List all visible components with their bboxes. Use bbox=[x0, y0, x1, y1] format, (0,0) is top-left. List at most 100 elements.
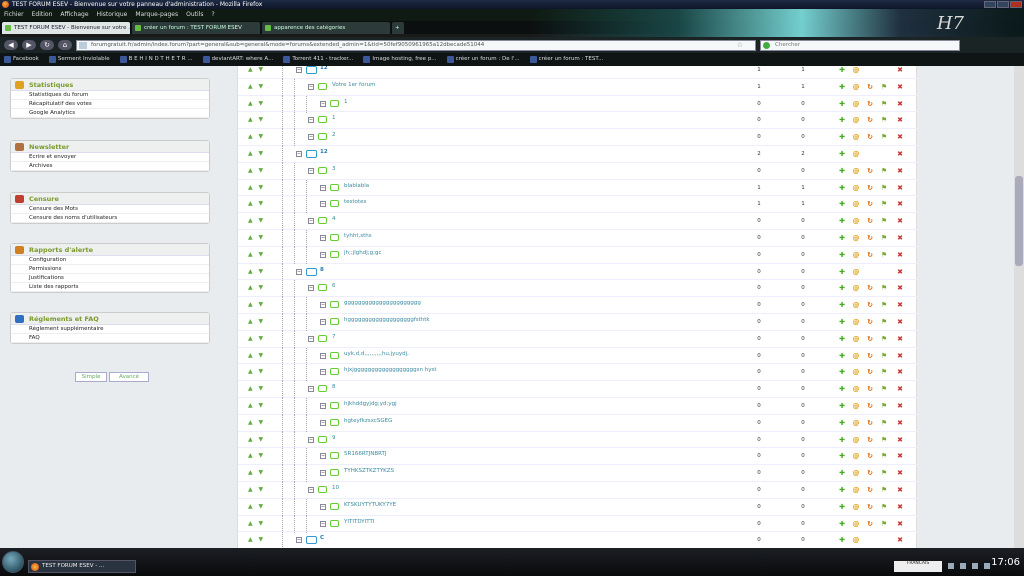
add-subforum-icon[interactable]: ✚ bbox=[838, 335, 846, 343]
forum-name-link[interactable]: TYHKSZTKZTYKZS bbox=[344, 468, 394, 474]
resync-icon[interactable]: ↻ bbox=[866, 167, 874, 175]
collapse-toggle[interactable]: − bbox=[308, 386, 314, 393]
move-up-down-icon[interactable]: ▲ ▼ bbox=[248, 100, 265, 107]
bookmark-item[interactable]: Serment Inviolable bbox=[48, 53, 110, 66]
move-up-down-icon[interactable]: ▲ ▼ bbox=[248, 368, 265, 375]
collapse-toggle[interactable]: − bbox=[320, 470, 326, 477]
resync-icon[interactable]: ↻ bbox=[866, 368, 874, 376]
permissions-icon[interactable]: ⚑ bbox=[880, 200, 888, 208]
add-subforum-icon[interactable]: ✚ bbox=[838, 436, 846, 444]
resync-icon[interactable]: ↻ bbox=[866, 284, 874, 292]
forum-name-link[interactable]: blablabla bbox=[344, 183, 369, 189]
resync-icon[interactable]: ↻ bbox=[866, 335, 874, 343]
forum-name-link[interactable]: 4 bbox=[332, 216, 336, 222]
resync-icon[interactable]: ↻ bbox=[866, 318, 874, 326]
edit-forum-icon[interactable]: @ bbox=[852, 335, 860, 343]
add-subforum-icon[interactable]: ✚ bbox=[838, 301, 846, 309]
permissions-icon[interactable]: ⚑ bbox=[880, 452, 888, 460]
move-up-down-icon[interactable]: ▲ ▼ bbox=[248, 184, 265, 191]
collapse-toggle[interactable]: − bbox=[296, 151, 302, 157]
add-subforum-icon[interactable]: ✚ bbox=[838, 419, 846, 427]
add-subforum-icon[interactable]: ✚ bbox=[838, 116, 846, 124]
collapse-toggle[interactable]: − bbox=[320, 419, 326, 426]
forum-name-link[interactable]: 5R166RTJNBRTJ bbox=[344, 451, 387, 457]
scrollbar-thumb[interactable] bbox=[1015, 176, 1023, 266]
minimize-button[interactable] bbox=[984, 1, 996, 8]
delete-icon[interactable]: ✖ bbox=[896, 234, 904, 242]
move-up-down-icon[interactable]: ▲ ▼ bbox=[248, 318, 265, 325]
forum-name-link[interactable]: testotes bbox=[344, 199, 366, 205]
move-up-down-icon[interactable]: ▲ ▼ bbox=[248, 251, 265, 258]
edit-forum-icon[interactable]: @ bbox=[852, 352, 860, 360]
resync-icon[interactable]: ↻ bbox=[866, 469, 874, 477]
collapse-toggle[interactable]: − bbox=[308, 167, 314, 174]
clock[interactable]: 17:06 bbox=[991, 557, 1020, 568]
move-up-down-icon[interactable]: ▲ ▼ bbox=[248, 536, 265, 543]
permissions-icon[interactable]: ⚑ bbox=[880, 419, 888, 427]
edit-forum-icon[interactable]: @ bbox=[852, 452, 860, 460]
delete-icon[interactable]: ✖ bbox=[896, 167, 904, 175]
edit-forum-icon[interactable]: @ bbox=[852, 83, 860, 91]
permissions-icon[interactable]: ⚑ bbox=[880, 301, 888, 309]
permissions-icon[interactable]: ⚑ bbox=[880, 503, 888, 511]
add-subforum-icon[interactable]: ✚ bbox=[838, 133, 846, 141]
collapse-toggle[interactable]: − bbox=[320, 453, 326, 460]
sidebar-link-configuration[interactable]: Configuration bbox=[11, 256, 209, 265]
bookmark-item[interactable]: deviantART: where A... bbox=[202, 53, 273, 66]
sidebar-link-faq[interactable]: FAQ bbox=[11, 334, 209, 343]
permissions-icon[interactable]: ⚑ bbox=[880, 318, 888, 326]
add-subforum-icon[interactable]: ✚ bbox=[838, 452, 846, 460]
forum-name-link[interactable]: 3 bbox=[332, 166, 336, 172]
collapse-toggle[interactable]: − bbox=[320, 184, 326, 191]
forum-name-link[interactable]: Votre 1er forum bbox=[332, 82, 375, 88]
resync-icon[interactable]: ↻ bbox=[866, 503, 874, 511]
collapse-toggle[interactable]: − bbox=[296, 537, 302, 544]
edit-forum-icon[interactable]: @ bbox=[852, 520, 860, 528]
forum-name-link[interactable]: hjkhddgyjdg;yd;ygj bbox=[344, 401, 397, 407]
add-subforum-icon[interactable]: ✚ bbox=[838, 385, 846, 393]
move-up-down-icon[interactable]: ▲ ▼ bbox=[248, 167, 265, 174]
menu-item-outils[interactable]: Outils bbox=[186, 9, 203, 21]
delete-icon[interactable]: ✖ bbox=[896, 217, 904, 225]
maximize-button[interactable] bbox=[997, 1, 1009, 8]
resync-icon[interactable]: ↻ bbox=[866, 133, 874, 141]
bookmark-item[interactable]: créer un forum : De l'... bbox=[446, 53, 520, 66]
collapse-toggle[interactable]: − bbox=[308, 436, 314, 443]
collapse-toggle[interactable]: − bbox=[320, 235, 326, 241]
edit-forum-icon[interactable]: @ bbox=[852, 133, 860, 141]
add-subforum-icon[interactable]: ✚ bbox=[838, 66, 846, 74]
forum-name-link[interactable]: 12 bbox=[320, 149, 328, 155]
collapse-toggle[interactable]: − bbox=[308, 83, 314, 90]
forum-name-link[interactable]: 1 bbox=[344, 99, 348, 105]
add-subforum-icon[interactable]: ✚ bbox=[838, 284, 846, 292]
menu-item-marque-pages[interactable]: Marque-pages bbox=[135, 9, 178, 21]
forum-name-link[interactable]: jh;;jlghdj;g;gc bbox=[344, 250, 382, 256]
permissions-icon[interactable]: ⚑ bbox=[880, 83, 888, 91]
edit-forum-icon[interactable]: @ bbox=[852, 100, 860, 108]
add-subforum-icon[interactable]: ✚ bbox=[838, 217, 846, 225]
resync-icon[interactable]: ↻ bbox=[866, 452, 874, 460]
url-bar[interactable]: forumgratuit.fr/admin/index.forum?part=g… bbox=[76, 39, 756, 51]
forum-name-link[interactable]: YITITDYITTI bbox=[344, 519, 374, 525]
back-button[interactable]: ◀ bbox=[4, 40, 18, 50]
bookmark-item[interactable]: Image hosting, free p... bbox=[363, 53, 437, 66]
move-up-down-icon[interactable]: ▲ ▼ bbox=[248, 503, 265, 510]
forum-name-link[interactable]: 2 bbox=[332, 132, 336, 138]
add-subforum-icon[interactable]: ✚ bbox=[838, 503, 846, 511]
edit-forum-icon[interactable]: @ bbox=[852, 200, 860, 208]
add-subforum-icon[interactable]: ✚ bbox=[838, 184, 846, 192]
resync-icon[interactable]: ↻ bbox=[866, 352, 874, 360]
power-icon[interactable] bbox=[984, 563, 990, 569]
permissions-icon[interactable]: ⚑ bbox=[880, 100, 888, 108]
bookmark-star-icon[interactable]: ☆ bbox=[737, 41, 743, 50]
add-subforum-icon[interactable]: ✚ bbox=[838, 402, 846, 410]
permissions-icon[interactable]: ⚑ bbox=[880, 133, 888, 141]
delete-icon[interactable]: ✖ bbox=[896, 436, 904, 444]
permissions-icon[interactable]: ⚑ bbox=[880, 251, 888, 259]
search-input[interactable]: Chercher bbox=[760, 39, 960, 51]
resync-icon[interactable]: ↻ bbox=[866, 217, 874, 225]
edit-forum-icon[interactable]: @ bbox=[852, 318, 860, 326]
edit-forum-icon[interactable]: @ bbox=[852, 167, 860, 175]
delete-icon[interactable]: ✖ bbox=[896, 133, 904, 141]
flag-icon[interactable] bbox=[972, 563, 978, 569]
